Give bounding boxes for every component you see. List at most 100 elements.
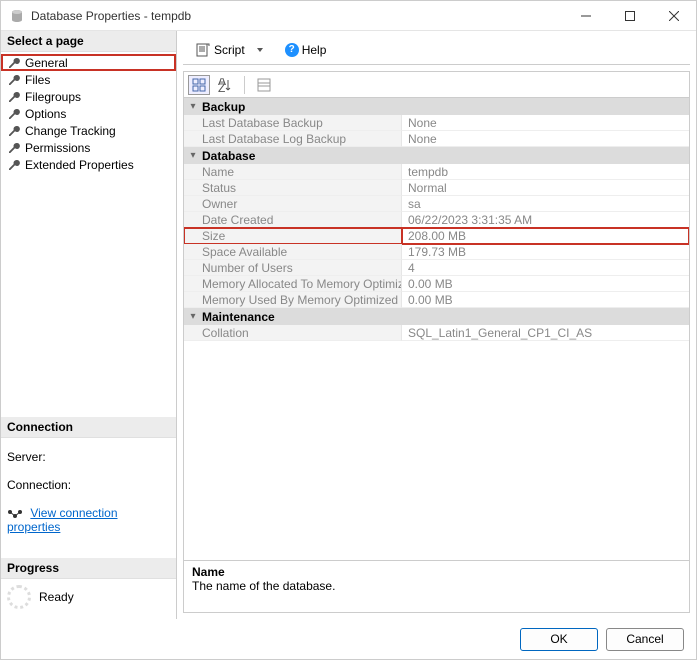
property-name: Space Available	[184, 244, 402, 260]
description-text: The name of the database.	[192, 579, 681, 593]
property-name: Memory Used By Memory Optimized Objects	[184, 292, 402, 308]
property-row[interactable]: Memory Used By Memory Optimized Objects0…	[184, 292, 689, 308]
toolbar: Script ? Help	[183, 35, 690, 65]
property-name: Status	[184, 180, 402, 196]
property-name: Last Database Backup	[184, 115, 402, 131]
wrench-icon	[7, 107, 21, 121]
wrench-icon	[7, 90, 21, 104]
property-name: Memory Allocated To Memory Optimized Obj…	[184, 276, 402, 292]
description-title: Name	[192, 565, 681, 579]
property-value: Normal	[402, 180, 689, 196]
property-row[interactable]: Date Created06/22/2023 3:31:35 AM	[184, 212, 689, 228]
category-label: Database	[202, 149, 255, 163]
script-dropdown-icon[interactable]	[257, 48, 263, 52]
property-name: Last Database Log Backup	[184, 131, 402, 147]
database-icon	[9, 8, 25, 24]
description-box: Name The name of the database.	[184, 560, 689, 612]
property-name: Date Created	[184, 212, 402, 228]
property-name: Number of Users	[184, 260, 402, 276]
category-header[interactable]: ▾Maintenance	[184, 308, 689, 325]
cancel-button[interactable]: Cancel	[606, 628, 684, 651]
property-row[interactable]: Space Available179.73 MB	[184, 244, 689, 260]
ok-button[interactable]: OK	[520, 628, 598, 651]
maximize-button[interactable]	[608, 1, 652, 30]
property-row[interactable]: Ownersa	[184, 196, 689, 212]
categorized-button[interactable]	[188, 75, 210, 95]
property-row[interactable]: Last Database BackupNone	[184, 115, 689, 131]
minimize-button[interactable]	[564, 1, 608, 30]
page-item-label: Permissions	[25, 141, 90, 155]
wrench-icon	[7, 73, 21, 87]
server-label: Server:	[7, 450, 170, 464]
property-row[interactable]: Last Database Log BackupNone	[184, 131, 689, 147]
alphabetical-button[interactable]: AZ	[214, 75, 236, 95]
page-item-label: General	[25, 56, 68, 70]
wrench-icon	[7, 56, 21, 70]
property-name: Size	[184, 228, 402, 244]
page-item-extended-properties[interactable]: Extended Properties	[1, 156, 176, 173]
wrench-icon	[7, 124, 21, 138]
close-button[interactable]	[652, 1, 696, 30]
property-row[interactable]: Size208.00 MB	[184, 228, 689, 244]
wrench-icon	[7, 141, 21, 155]
page-item-label: Extended Properties	[25, 158, 134, 172]
property-row[interactable]: StatusNormal	[184, 180, 689, 196]
property-value: 208.00 MB	[402, 228, 689, 244]
progress-status: Ready	[39, 590, 74, 604]
property-value: 0.00 MB	[402, 276, 689, 292]
property-value: tempdb	[402, 164, 689, 180]
grid-toolbar: AZ	[184, 72, 689, 98]
chevron-down-icon: ▾	[184, 150, 202, 161]
dialog-footer: OK Cancel	[1, 619, 696, 659]
property-row[interactable]: Memory Allocated To Memory Optimized Obj…	[184, 276, 689, 292]
category-header[interactable]: ▾Backup	[184, 98, 689, 115]
wrench-icon	[7, 158, 21, 172]
property-value: 4	[402, 260, 689, 276]
category-header[interactable]: ▾Database	[184, 147, 689, 164]
category-label: Maintenance	[202, 310, 275, 324]
property-row[interactable]: Number of Users4	[184, 260, 689, 276]
property-value: 06/22/2023 3:31:35 AM	[402, 212, 689, 228]
page-item-label: Options	[25, 107, 66, 121]
main-panel: Script ? Help AZ ▾Backu	[177, 31, 696, 619]
chevron-down-icon: ▾	[184, 101, 202, 112]
property-value: None	[402, 115, 689, 131]
connection-header: Connection	[1, 417, 176, 438]
titlebar: Database Properties - tempdb	[1, 1, 696, 31]
help-button[interactable]: ? Help	[281, 41, 331, 59]
page-item-options[interactable]: Options	[1, 105, 176, 122]
chevron-down-icon: ▾	[184, 311, 202, 322]
category-label: Backup	[202, 100, 245, 114]
page-item-files[interactable]: Files	[1, 71, 176, 88]
page-item-filegroups[interactable]: Filegroups	[1, 88, 176, 105]
page-item-general[interactable]: General	[1, 54, 176, 71]
page-item-change-tracking[interactable]: Change Tracking	[1, 122, 176, 139]
property-row[interactable]: CollationSQL_Latin1_General_CP1_CI_AS	[184, 325, 689, 341]
property-name: Owner	[184, 196, 402, 212]
sidebar: Select a page GeneralFilesFilegroupsOpti…	[1, 31, 177, 619]
progress-spinner-icon	[7, 585, 31, 609]
property-value: sa	[402, 196, 689, 212]
property-name: Name	[184, 164, 402, 180]
property-grid-body[interactable]: ▾BackupLast Database BackupNoneLast Data…	[184, 98, 689, 560]
window-controls	[564, 1, 696, 30]
connection-label: Connection:	[7, 478, 170, 492]
window-title: Database Properties - tempdb	[31, 9, 191, 23]
property-value: 179.73 MB	[402, 244, 689, 260]
script-icon	[195, 42, 211, 58]
property-name: Collation	[184, 325, 402, 341]
help-icon: ?	[285, 43, 299, 57]
svg-text:Z: Z	[218, 81, 225, 92]
property-row[interactable]: Nametempdb	[184, 164, 689, 180]
script-button[interactable]: Script	[191, 40, 249, 60]
property-pages-button[interactable]	[253, 75, 275, 95]
script-label: Script	[214, 43, 245, 57]
pages-list: General FilesFilegroups OptionsChange Trac…	[1, 52, 176, 175]
view-connection-link[interactable]: View connection properties	[7, 506, 118, 534]
property-value: SQL_Latin1_General_CP1_CI_AS	[402, 325, 689, 341]
property-grid: AZ ▾BackupLast Database BackupNoneLast D…	[183, 71, 690, 613]
progress-header: Progress	[1, 558, 176, 579]
page-item-label: Files	[25, 73, 50, 87]
help-label: Help	[302, 43, 327, 57]
page-item-permissions[interactable]: Permissions	[1, 139, 176, 156]
